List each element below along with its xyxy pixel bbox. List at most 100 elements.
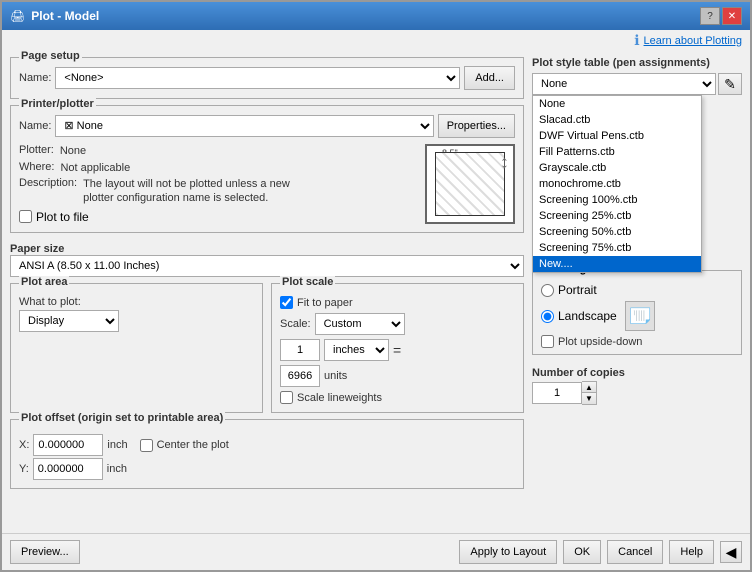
scale-lineweights-label: Scale lineweights [297, 392, 382, 404]
x-offset-input[interactable] [33, 434, 103, 456]
main-content: Page setup Name: <None> Add... Printer/p… [2, 49, 750, 533]
option-monochrome[interactable]: monochrome.ctb [533, 176, 701, 192]
what-to-plot-label: What to plot: [19, 296, 81, 308]
properties-button[interactable]: Properties... [438, 114, 515, 138]
plotter-label: Plotter: [19, 144, 54, 156]
landscape-label: Landscape [558, 309, 617, 323]
plot-area-scale-row: Plot area What to plot: Display Plot sca… [10, 283, 524, 413]
option-none[interactable]: None [533, 96, 701, 112]
preview-box: 8.5" ↕ [425, 144, 515, 224]
option-dwf[interactable]: DWF Virtual Pens.ctb [533, 128, 701, 144]
option-screening25[interactable]: Screening 25%.ctb [533, 208, 701, 224]
window-icon: 🖨 [10, 9, 25, 23]
right-panel: Plot style table (pen assignments) None … [532, 57, 742, 525]
landscape-radio[interactable] [541, 310, 554, 323]
page-setup-label: Page setup [19, 50, 82, 62]
scale-value1-input[interactable] [280, 339, 320, 361]
preview-button[interactable]: Preview... [10, 540, 80, 564]
printer-name-label: Name: [19, 120, 51, 132]
ok-button[interactable]: OK [563, 540, 601, 564]
plotter-value: None [60, 145, 86, 157]
plot-offset-label: Plot offset (origin set to printable are… [19, 412, 225, 424]
preview-arrow: ↕ [500, 152, 509, 173]
copies-input[interactable] [532, 382, 582, 404]
scale-value2-input[interactable] [280, 365, 320, 387]
y-unit: inch [107, 463, 127, 475]
center-plot-checkbox[interactable] [140, 439, 153, 452]
y-label: Y: [19, 463, 29, 475]
plot-upside-down-checkbox[interactable] [541, 335, 554, 348]
edit-plot-style-button[interactable]: ✎ [718, 73, 742, 95]
scale-label: Scale: [280, 318, 311, 330]
printer-select[interactable]: ⊠ None [55, 115, 433, 137]
plot-area-group: Plot area What to plot: Display [10, 283, 263, 413]
units-label: units [324, 370, 347, 382]
page-setup-select[interactable]: <None> [55, 67, 460, 89]
plot-upside-down-label: Plot upside-down [558, 336, 642, 348]
portrait-label: Portrait [558, 283, 597, 297]
option-screening75[interactable]: Screening 75%.ctb [533, 240, 701, 256]
equals-sign: = [393, 342, 401, 358]
plot-scale-group: Plot scale Fit to paper Scale: Custom [271, 283, 524, 413]
option-slacad[interactable]: Slacad.ctb [533, 112, 701, 128]
plot-style-select[interactable]: None [532, 73, 716, 95]
what-to-plot-select[interactable]: Display [19, 310, 119, 332]
plot-style-table-label: Plot style table (pen assignments) [532, 57, 742, 69]
x-unit: inch [107, 439, 127, 451]
fit-to-paper-checkbox[interactable] [280, 296, 293, 309]
nav-back-btn[interactable]: ◀ [720, 541, 742, 563]
plot-offset-group: Plot offset (origin set to printable are… [10, 419, 524, 489]
description-value: The layout will not be plotted unless a … [83, 177, 303, 206]
printer-plotter-group: Printer/plotter Name: ⊠ None Properties.… [10, 105, 524, 233]
copies-down-btn[interactable]: ▼ [582, 393, 596, 404]
units-select[interactable]: inches [324, 339, 389, 361]
portrait-radio[interactable] [541, 284, 554, 297]
drawing-orientation-group: Drawing orientation Portrait Landscape 📄… [532, 270, 742, 355]
copies-section: Number of copies ▲ ▼ [532, 367, 742, 405]
description-label: Description: [19, 177, 77, 189]
header-row: ℹ Learn about Plotting [2, 30, 750, 49]
fit-to-paper-label: Fit to paper [297, 297, 353, 309]
option-screening100[interactable]: Screening 100%.ctb [533, 192, 701, 208]
plot-scale-label: Plot scale [280, 276, 335, 288]
x-label: X: [19, 439, 29, 451]
scale-select[interactable]: Custom [315, 313, 405, 335]
plot-area-group-label: Plot area [19, 276, 69, 288]
plot-to-file-checkbox[interactable] [19, 210, 32, 223]
preview-inner [435, 152, 505, 216]
plot-to-file-label: Plot to file [36, 210, 89, 224]
close-btn[interactable]: ✕ [722, 7, 742, 25]
plot-style-dropdown-list: None Slacad.ctb DWF Virtual Pens.ctb Fil… [532, 95, 702, 273]
plot-style-table-section: Plot style table (pen assignments) None … [532, 57, 742, 95]
where-label: Where: [19, 161, 54, 173]
plot-style-dropdown-row: None ✎ None Slacad.ctb DWF Virtual Pens.… [532, 73, 742, 95]
printer-plotter-label: Printer/plotter [19, 98, 96, 110]
option-screening50[interactable]: Screening 50%.ctb [533, 224, 701, 240]
title-bar: 🖨 Plot - Model ? ✕ [2, 2, 750, 30]
page-setup-group: Page setup Name: <None> Add... [10, 57, 524, 99]
paper-size-label: Paper size [10, 243, 64, 255]
scale-lineweights-checkbox[interactable] [280, 391, 293, 404]
bottom-bar: Preview... Apply to Layout OK Cancel Hel… [2, 533, 750, 570]
window-title: Plot - Model [31, 9, 99, 23]
help-button[interactable]: Help [669, 540, 714, 564]
apply-to-layout-button[interactable]: Apply to Layout [459, 540, 557, 564]
plot-dialog: 🖨 Plot - Model ? ✕ ℹ Learn about Plottin… [0, 0, 752, 572]
option-grayscale[interactable]: Grayscale.ctb [533, 160, 701, 176]
learn-link[interactable]: Learn about Plotting [644, 35, 742, 47]
paper-size-select[interactable]: ANSI A (8.50 x 11.00 Inches) [10, 255, 524, 277]
left-panel: Page setup Name: <None> Add... Printer/p… [10, 57, 524, 525]
option-new[interactable]: New.... [533, 256, 701, 272]
help-btn[interactable]: ? [700, 7, 720, 25]
cancel-button[interactable]: Cancel [607, 540, 663, 564]
where-value: Not applicable [60, 162, 130, 174]
paper-size-row: Paper size ANSI A (8.50 x 11.00 Inches) [10, 239, 524, 277]
info-icon[interactable]: ℹ [634, 32, 639, 49]
copies-up-btn[interactable]: ▲ [582, 382, 596, 393]
option-fill[interactable]: Fill Patterns.ctb [533, 144, 701, 160]
name-label: Name: [19, 72, 51, 84]
y-offset-input[interactable] [33, 458, 103, 480]
landscape-icon: 📄 [625, 301, 655, 331]
center-plot-label: Center the plot [157, 439, 229, 451]
add-button[interactable]: Add... [464, 66, 515, 90]
